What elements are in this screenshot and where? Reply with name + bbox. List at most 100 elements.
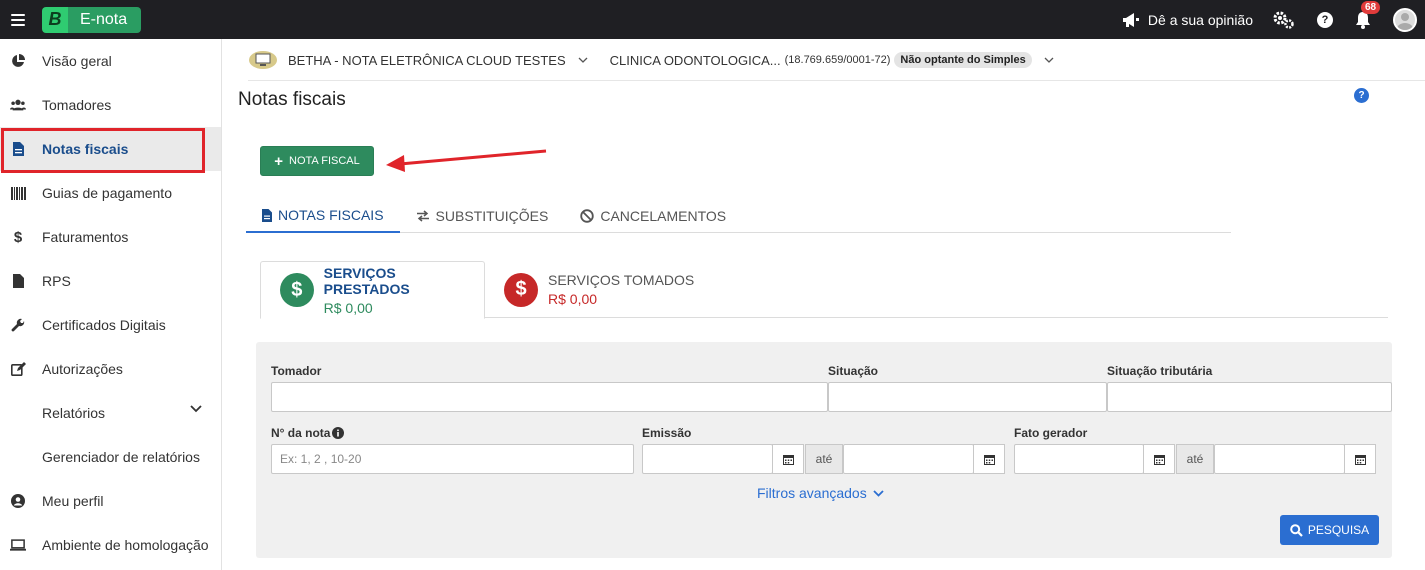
ban-icon [580,209,595,223]
calendar-icon [1354,454,1366,465]
service-amount: R$ 0,00 [323,299,373,316]
plus-icon: + [274,152,284,170]
info-icon[interactable] [332,427,345,439]
page-title: Notas fiscais [238,89,346,110]
barcode-icon [10,186,26,200]
sidebar-item-rps[interactable]: RPS [0,259,221,303]
tab-cancelamentos[interactable]: CANCELAMENTOS [564,199,742,233]
emissao-end-input[interactable] [843,444,974,474]
sidebar-item-label: Relatórios [42,405,106,421]
advanced-filters-label: Filtros avançados [757,485,867,501]
sidebar: Visão geral Tomadores Notas fiscais Guia… [0,39,222,570]
users-icon [10,99,26,111]
wrench-icon [11,318,25,332]
calendar-icon [1153,454,1165,465]
tomador-input[interactable] [271,382,828,412]
sidebar-item-faturamentos[interactable]: $ Faturamentos [0,215,221,259]
question-icon: ? [1317,11,1333,28]
sidebar-item-relatorios[interactable]: Relatórios [0,391,221,435]
dollar-icon: $ [504,272,538,307]
menu-icon[interactable] [11,13,25,26]
company-cnpj: (18.769.659/0001-72) [784,54,891,66]
chevron-down-icon[interactable] [578,57,588,63]
tab-substituicoes[interactable]: SUBSTITUIÇÕES [400,199,565,233]
numero-label: N° da nota [271,426,331,440]
user-circle-icon [11,494,25,508]
notification-badge: 68 [1361,0,1381,14]
calendar-button[interactable] [973,444,1005,474]
ate-label: até [805,444,843,474]
calendar-button[interactable] [1344,444,1376,474]
sidebar-item-guias[interactable]: Guias de pagamento [0,171,221,215]
help-icon[interactable]: ? [1354,88,1369,103]
new-invoice-button[interactable]: + NOTA FISCAL [260,146,374,176]
system-name: BETHA - NOTA ELETRÔNICA CLOUD TESTES [288,52,566,68]
calendar-button[interactable] [772,444,804,474]
new-invoice-label: NOTA FISCAL [289,155,360,167]
entity-selector[interactable]: BETHA - NOTA ELETRÔNICA CLOUD TESTES CLI… [248,49,1076,71]
user-avatar[interactable] [1393,7,1417,32]
regime-badge: Não optante do Simples [894,52,1032,68]
service-title: SERVIÇOS PRESTADOS [323,264,410,297]
top-bar: B E-nota Dê a sua opinião ? 68 [0,0,1425,39]
numero-input[interactable]: Ex: 1, 2 , 10-20 [271,444,634,474]
emissao-start-input[interactable] [642,444,773,474]
fato-start-input[interactable] [1014,444,1144,474]
filter-panel: Tomador Situação Situação tributária N° … [256,342,1392,558]
fato-gerador-label: Fato gerador [1014,426,1088,440]
search-label: PESQUISA [1307,523,1370,537]
sidebar-item-label: RPS [42,273,71,289]
calendar-icon [983,454,995,465]
sidebar-item-tomadores[interactable]: Tomadores [0,83,221,127]
notifications-button[interactable]: 68 [1355,0,1381,29]
service-amount: R$ 0,00 [548,291,598,307]
sidebar-item-gerenciador[interactable]: Gerenciador de relatórios [0,435,221,479]
sidebar-item-autorizacoes[interactable]: Autorizações [0,347,221,391]
logo-letter: B [42,6,68,33]
chevron-down-icon[interactable] [1044,57,1054,63]
search-icon [1290,523,1303,537]
annotation-arrow-icon [386,149,547,172]
sidebar-item-label: Autorizações [42,361,123,377]
service-title: SERVIÇOS TOMADOS [548,272,695,288]
calendar-icon [782,454,794,465]
numero-label-wrap: N° da nota [271,426,345,440]
sidebar-item-meu-perfil[interactable]: Meu perfil [0,479,221,523]
sidebar-item-homologacao[interactable]: Ambiente de homologação [0,523,221,567]
company-name: CLINICA ODONTOLOGICA... [609,52,781,68]
edit-icon [10,362,26,376]
tab-servicos-prestados[interactable]: $ SERVIÇOS PRESTADOS R$ 0,00 [260,261,485,319]
ate-label: até [1176,444,1214,474]
sidebar-item-notas-fiscais[interactable]: Notas fiscais [0,127,221,173]
sidebar-item-label: Visão geral [42,53,112,69]
file-icon [12,274,24,288]
situacao-tributaria-select[interactable] [1107,382,1392,412]
gears-icon [1273,11,1294,29]
calendar-button[interactable] [1143,444,1175,474]
sidebar-item-visao-geral[interactable]: Visão geral [0,39,221,83]
dollar-icon: $ [13,228,23,246]
chevron-down-icon [873,489,884,497]
help-button[interactable]: ? [1317,11,1333,28]
tab-notas-fiscais[interactable]: NOTAS FISCAIS [246,199,400,233]
sidebar-item-label: Guias de pagamento [42,185,172,201]
dollar-icon: $ [280,273,314,307]
settings-button[interactable] [1273,11,1295,29]
feedback-link[interactable]: Dê a sua opinião [1122,12,1253,28]
system-logo-icon [249,51,277,69]
main-content: BETHA - NOTA ELETRÔNICA CLOUD TESTES CLI… [222,39,1425,570]
sidebar-item-certificados[interactable]: Certificados Digitais [0,303,221,347]
tab-servicos-tomados[interactable]: $ SERVIÇOS TOMADOS R$ 0,00 [504,261,694,318]
search-button[interactable]: PESQUISA [1280,515,1379,545]
chevron-down-icon [190,405,202,413]
feedback-label: Dê a sua opinião [1147,11,1253,28]
megaphone-icon [1122,12,1139,27]
fato-end-input[interactable] [1214,444,1345,474]
app-logo[interactable]: B E-nota [42,6,142,33]
divider [248,80,1425,81]
situacao-select[interactable] [828,382,1107,412]
numero-placeholder: Ex: 1, 2 , 10-20 [280,452,362,466]
emissao-label: Emissão [642,426,692,440]
advanced-filters-link[interactable]: Filtros avançados [757,485,884,501]
sidebar-item-label: Tomadores [42,97,112,113]
